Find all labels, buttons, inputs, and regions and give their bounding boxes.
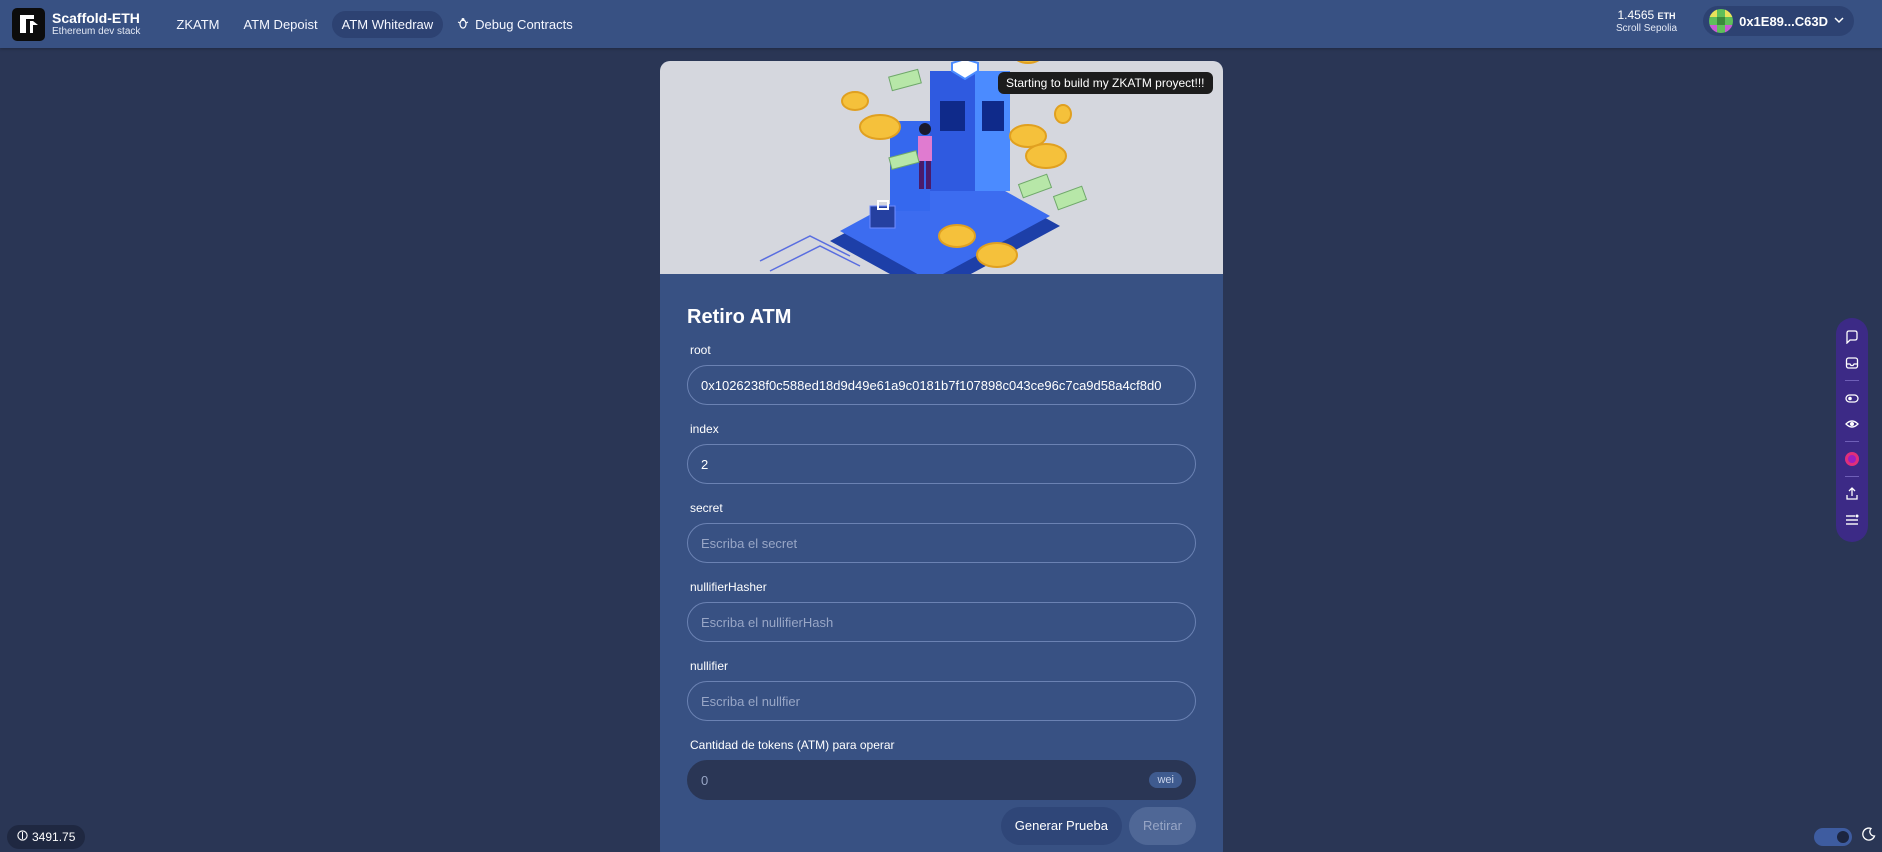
- eth-price-badge[interactable]: 3491.75: [7, 825, 86, 849]
- main-nav: ZKATM ATM Depoist ATM Whitedraw Debug Co…: [166, 10, 586, 38]
- amount-placeholder: 0: [701, 772, 709, 788]
- nav-atm-deposit[interactable]: ATM Depoist: [233, 11, 327, 38]
- wei-unit-button[interactable]: wei: [1149, 772, 1182, 788]
- side-toolbar: [1836, 318, 1868, 542]
- form-title: Retiro ATM: [687, 306, 792, 328]
- account-address: 0x1E89...C63D: [1739, 13, 1828, 29]
- theme-switcher: [1814, 827, 1876, 846]
- toggle-icon[interactable]: [1842, 388, 1862, 408]
- withdraw-card: Starting to build my ZKATM proyect!!! Re…: [660, 61, 1223, 852]
- brand-subtitle: Ethereum dev stack: [52, 26, 141, 37]
- menu-icon[interactable]: [1842, 510, 1862, 530]
- nullifier-hasher-label: nullifierHasher: [690, 580, 767, 594]
- share-icon[interactable]: [1842, 484, 1862, 504]
- generate-proof-button[interactable]: Generar Prueba: [1000, 807, 1122, 845]
- index-input[interactable]: 2: [687, 444, 1196, 484]
- hero-tooltip: Starting to build my ZKATM proyect!!!: [998, 72, 1213, 94]
- amount-input[interactable]: 0 wei: [687, 760, 1196, 800]
- eth-price-value: 3491.75: [32, 830, 76, 844]
- nav-debug-contracts-label: Debug Contracts: [475, 16, 573, 32]
- amount-label: Cantidad de tokens (ATM) para operar: [690, 738, 895, 752]
- nav-atm-withdraw[interactable]: ATM Whitedraw: [331, 10, 444, 38]
- atm-illustration: Starting to build my ZKATM proyect!!!: [660, 61, 1223, 296]
- root-input[interactable]: 0x1026238f0c588ed18d9d49e61a9c0181b7f107…: [687, 365, 1196, 405]
- wallet-area: 1.4565 ETH Scroll Sepolia 0x1E89...C63D: [1616, 6, 1854, 36]
- theme-toggle[interactable]: [1814, 827, 1852, 846]
- scaffold-logo-icon: [12, 7, 45, 41]
- toolbar-divider: [1845, 441, 1859, 442]
- withdraw-form: Retiro ATM root 0x1026238f0c588ed18d9d49…: [660, 306, 1223, 845]
- form-actions: Generar Prueba Retirar: [687, 807, 1196, 845]
- nav-zkatm[interactable]: ZKATM: [166, 11, 229, 38]
- chevron-down-icon: [1834, 12, 1844, 30]
- inbox-icon[interactable]: [1842, 353, 1862, 373]
- toolbar-divider: [1845, 380, 1859, 381]
- balance-unit: ETH: [1657, 10, 1676, 21]
- secret-label: secret: [690, 501, 723, 515]
- eye-icon[interactable]: [1842, 414, 1862, 434]
- root-label: root: [690, 343, 711, 357]
- top-navbar: Scaffold-ETH Ethereum dev stack ZKATM AT…: [0, 0, 1882, 48]
- eth-balance: 1.4565 ETH Scroll Sepolia: [1616, 8, 1677, 35]
- network-name: Scroll Sepolia: [1615, 22, 1678, 34]
- withdraw-button[interactable]: Retirar: [1128, 807, 1196, 845]
- secret-input[interactable]: Escriba el secret: [687, 523, 1196, 563]
- account-button[interactable]: 0x1E89...C63D: [1703, 6, 1854, 36]
- toolbar-divider: [1845, 476, 1859, 477]
- bug-icon: [457, 17, 469, 32]
- chat-icon[interactable]: [1842, 327, 1862, 347]
- nullifier-hasher-input[interactable]: Escriba el nullifierHash: [687, 602, 1196, 642]
- blockie-avatar: [1709, 9, 1734, 33]
- nullifier-label: nullifier: [690, 659, 729, 673]
- brand[interactable]: Scaffold-ETH Ethereum dev stack: [12, 7, 141, 41]
- moon-icon: [1862, 827, 1876, 846]
- index-label: index: [690, 422, 719, 436]
- currency-icon: [17, 830, 28, 844]
- nullifier-input[interactable]: Escriba el nullfier: [687, 681, 1196, 721]
- nav-debug-contracts[interactable]: Debug Contracts: [447, 11, 583, 38]
- brand-title: Scaffold-ETH: [52, 10, 140, 26]
- balance-value: 1.4565: [1617, 7, 1655, 22]
- avatar-icon[interactable]: [1842, 449, 1862, 469]
